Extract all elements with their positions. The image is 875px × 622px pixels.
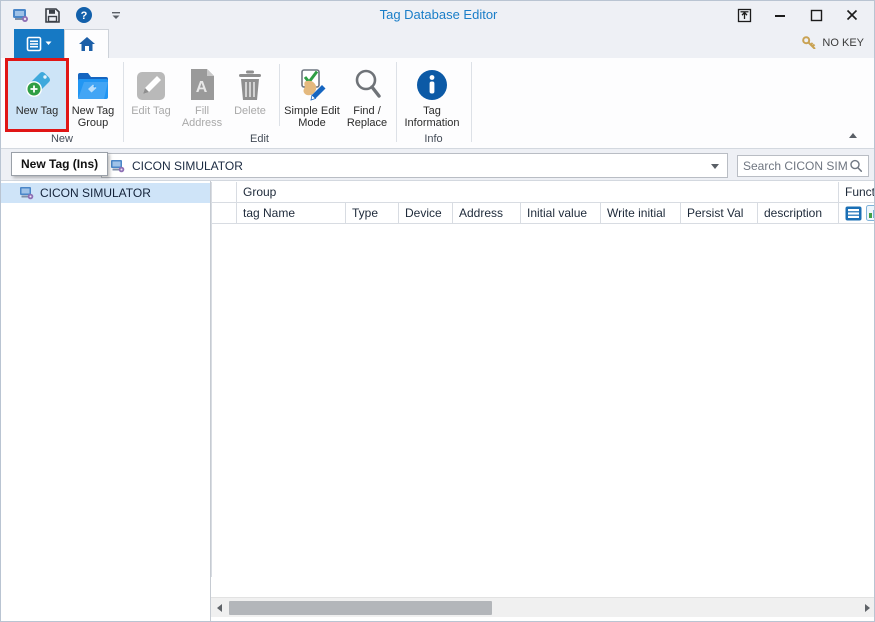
tag-information-button[interactable]: Tag Information xyxy=(401,61,463,131)
inner-separator xyxy=(279,64,280,126)
column-header-persist-val[interactable]: Persist Val xyxy=(681,203,758,224)
scroll-right-arrow[interactable] xyxy=(859,598,875,618)
device-selector-combo[interactable]: CICON SIMULATOR xyxy=(101,153,728,178)
group-separator xyxy=(123,62,124,142)
plc-device-icon xyxy=(19,186,34,200)
edit-tag-icon xyxy=(134,61,168,103)
window-controls xyxy=(726,4,870,26)
ribbon-group-info-label: Info xyxy=(396,131,471,147)
grid-header-row: tag Name Type Device Address Initial val… xyxy=(211,203,875,224)
grid-band-row: Group Function xyxy=(211,182,875,203)
fill-address-icon: A xyxy=(186,61,218,103)
device-tree-panel: CICON SIMULATOR xyxy=(1,181,211,622)
group-separator xyxy=(471,62,472,142)
triangle-right-icon xyxy=(865,604,870,612)
new-tag-icon xyxy=(19,61,55,103)
column-header-device[interactable]: Device xyxy=(399,203,453,224)
new-tag-group-button[interactable]: New Tag Group xyxy=(69,61,117,131)
fill-address-label: Fill Address xyxy=(177,105,227,129)
chevron-up-icon xyxy=(849,133,857,138)
row-indicator-header xyxy=(211,203,237,224)
device-selector-value: CICON SIMULATOR xyxy=(132,159,243,173)
new-tag-group-icon xyxy=(74,61,112,103)
band-group[interactable]: Group xyxy=(237,182,839,203)
plc-device-icon xyxy=(110,159,125,173)
search-magnifier-icon xyxy=(350,61,384,103)
tree-item-label: CICON SIMULATOR xyxy=(40,186,151,200)
search-box xyxy=(737,155,869,177)
band-function[interactable]: Function xyxy=(839,182,875,203)
report-document-icon[interactable] xyxy=(866,205,875,221)
license-label: NO KEY xyxy=(822,37,864,49)
edit-tag-label: Edit Tag xyxy=(131,105,171,117)
pin-ribbon-icon[interactable] xyxy=(726,4,762,26)
find-replace-label: Find / Replace xyxy=(342,105,392,129)
delete-label: Delete xyxy=(234,105,266,117)
simple-edit-mode-icon xyxy=(294,61,330,103)
tree-item-cicon-simulator[interactable]: CICON SIMULATOR xyxy=(1,183,210,203)
tab-file-menu[interactable] xyxy=(14,29,64,58)
close-button[interactable] xyxy=(834,4,870,26)
column-header-tag-name[interactable]: tag Name xyxy=(237,203,346,224)
minimize-button[interactable] xyxy=(762,4,798,26)
edit-tag-button[interactable]: Edit Tag xyxy=(128,61,174,131)
simple-edit-mode-label: Simple Edit Mode xyxy=(284,105,340,129)
simple-edit-mode-button[interactable]: Simple Edit Mode xyxy=(284,61,340,131)
new-tag-tooltip: New Tag (Ins) xyxy=(11,152,108,176)
device-toolbar: CICON SIMULATOR xyxy=(1,149,875,181)
svg-text:A: A xyxy=(196,79,208,96)
info-icon xyxy=(414,61,450,103)
column-header-write-initial[interactable]: Write initial xyxy=(601,203,681,224)
ribbon-group-new-label: New xyxy=(1,131,123,147)
delete-button[interactable]: Delete xyxy=(228,61,272,131)
main-area: CICON SIMULATOR Group Function tag Name … xyxy=(1,181,875,622)
column-header-description[interactable]: description xyxy=(758,203,839,224)
grid-body-empty[interactable] xyxy=(211,224,875,577)
search-input[interactable] xyxy=(738,159,849,173)
column-header-address[interactable]: Address xyxy=(453,203,521,224)
new-tag-group-label: New Tag Group xyxy=(69,105,117,129)
key-icon xyxy=(802,36,817,49)
home-icon xyxy=(78,36,96,52)
collapse-ribbon-button[interactable] xyxy=(846,129,860,141)
tooltip-text: New Tag (Ins) xyxy=(21,157,98,171)
group-separator xyxy=(396,62,397,142)
list-view-icon[interactable] xyxy=(845,206,862,221)
ribbon-tab-row: NO KEY xyxy=(1,29,875,58)
chevron-down-icon xyxy=(45,41,52,46)
triangle-left-icon xyxy=(217,604,222,612)
row-indicator-header xyxy=(211,182,237,203)
fill-address-button[interactable]: A Fill Address xyxy=(177,61,227,131)
new-tag-label: New Tag xyxy=(16,105,59,117)
maximize-button[interactable] xyxy=(798,4,834,26)
new-tag-button[interactable]: New Tag xyxy=(8,61,66,131)
column-header-type[interactable]: Type xyxy=(346,203,399,224)
titlebar: ? Tag Database Editor xyxy=(1,1,875,29)
combo-dropdown-icon[interactable] xyxy=(711,164,719,169)
ribbon: New Tag New Tag Group New xyxy=(1,58,875,149)
horizontal-scrollbar[interactable] xyxy=(211,597,875,617)
bottom-strip xyxy=(211,617,875,622)
function-column-header xyxy=(839,203,875,224)
tag-database-editor-window: ? Tag Database Editor xyxy=(0,0,875,622)
scroll-left-arrow[interactable] xyxy=(211,598,228,618)
scrollbar-thumb[interactable] xyxy=(229,601,492,615)
ribbon-group-edit-label: Edit xyxy=(123,131,396,147)
tag-information-label: Tag Information xyxy=(401,105,463,129)
scrollbar-track[interactable] xyxy=(228,598,859,618)
trash-icon xyxy=(235,61,265,103)
column-header-initial-value[interactable]: Initial value xyxy=(521,203,601,224)
license-status: NO KEY xyxy=(802,36,864,49)
list-menu-icon xyxy=(26,36,42,52)
search-icon[interactable] xyxy=(849,159,863,173)
tag-grid: Group Function tag Name Type Device Addr… xyxy=(211,181,875,622)
find-replace-button[interactable]: Find / Replace xyxy=(342,61,392,131)
tab-home[interactable] xyxy=(64,29,109,58)
